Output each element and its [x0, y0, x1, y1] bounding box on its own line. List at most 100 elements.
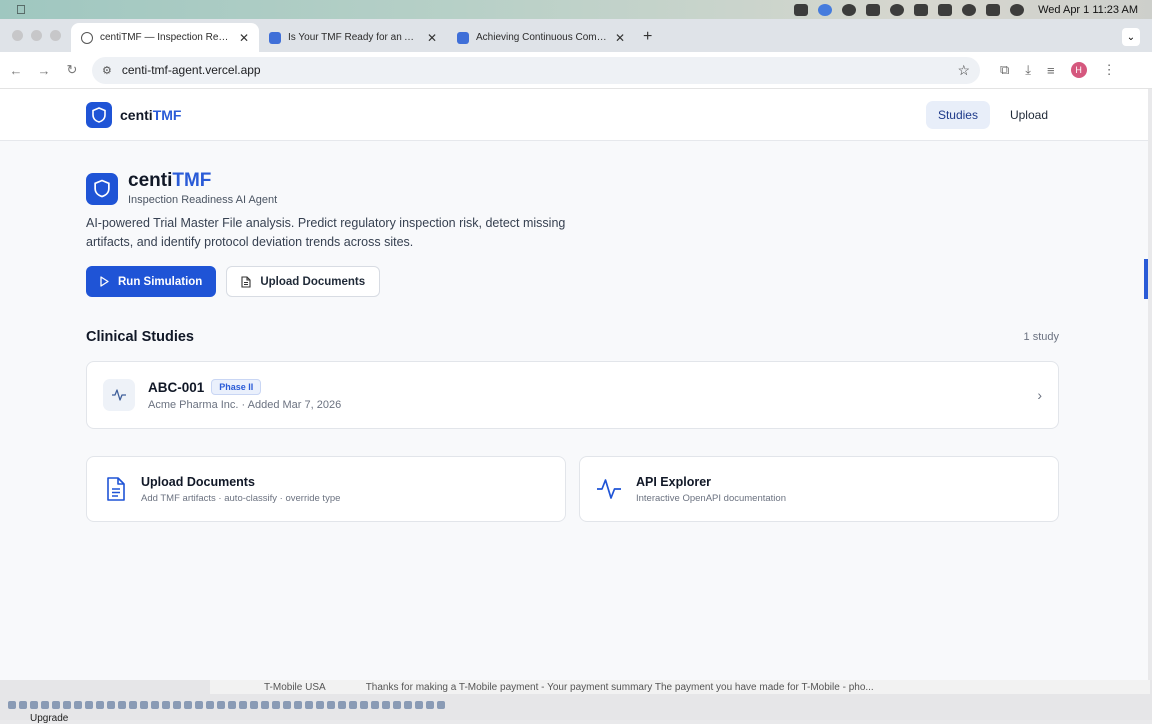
tile-title: Upload Documents: [141, 474, 255, 489]
back-arrow-icon[interactable]: ←: [2, 63, 30, 78]
background-mail-preview: Thanks for making a T-Mobile payment - Y…: [365, 681, 874, 693]
tile-subtitle: Interactive OpenAPI documentation: [636, 492, 786, 504]
bookmark-icon[interactable]: [283, 701, 291, 709]
background-mail-row[interactable]: T-Mobile USA Thanks for making a T-Mobil…: [210, 680, 1150, 694]
activity-icon: [597, 479, 621, 499]
bookmark-icon[interactable]: [52, 701, 60, 709]
browser-toolbar: ← → ↻ ⚙ centi-tmf-agent.vercel.app ☆ ⧉ ⤓…: [0, 52, 1152, 89]
minimize-window-button[interactable]: [31, 30, 42, 41]
macos-menu-bar:  Wed Apr 1 11:23 AM: [0, 0, 1152, 19]
background-window-and-dock: T-Mobile USA Thanks for making a T-Mobil…: [0, 680, 1152, 724]
browser-menu-icon[interactable]: ⋮: [1103, 62, 1116, 78]
browser-tab[interactable]: Achieving Continuous Compliance ✕: [447, 23, 635, 52]
bookmark-icon[interactable]: [8, 701, 16, 709]
bookmark-icon[interactable]: [107, 701, 115, 709]
bookmark-icon[interactable]: [118, 701, 126, 709]
run-simulation-button[interactable]: Run Simulation: [86, 266, 217, 297]
bookmark-icon[interactable]: [151, 701, 159, 709]
bookmark-icon[interactable]: [129, 701, 137, 709]
spotlight-search-icon[interactable]: [962, 3, 977, 16]
address-bar[interactable]: ⚙ centi-tmf-agent.vercel.app ☆: [92, 56, 980, 84]
bookmark-icon[interactable]: [338, 701, 346, 709]
tab-title: Is Your TMF Ready for an Audit: [288, 32, 420, 43]
bookmark-icon[interactable]: [217, 701, 225, 709]
forward-arrow-icon[interactable]: →: [30, 63, 58, 78]
close-window-button[interactable]: [12, 30, 23, 41]
reload-icon[interactable]: ↻: [58, 62, 86, 78]
bookmark-icon[interactable]: [404, 701, 412, 709]
close-tab-icon[interactable]: ✕: [239, 31, 249, 45]
status-app-icon[interactable]: [842, 3, 857, 16]
upload-documents-button[interactable]: Upload Documents: [226, 266, 381, 297]
zoom-window-button[interactable]: [50, 30, 61, 41]
bookmark-icon[interactable]: [85, 701, 93, 709]
status-app-icon[interactable]: [866, 3, 881, 16]
battery-icon[interactable]: [914, 3, 929, 16]
bookmark-icon[interactable]: [30, 701, 38, 709]
shield-logo-icon: [86, 172, 118, 205]
bookmark-icon[interactable]: [184, 701, 192, 709]
bookmark-icon[interactable]: [371, 701, 379, 709]
bookmark-icon[interactable]: [41, 701, 49, 709]
close-tab-icon[interactable]: ✕: [615, 31, 625, 45]
tab-search-dropdown-icon[interactable]: ⌄: [1122, 28, 1140, 46]
bookmark-icon[interactable]: [239, 701, 247, 709]
play-icon: [100, 276, 109, 287]
browser-tab[interactable]: Is Your TMF Ready for an Audit ✕: [259, 23, 447, 52]
play-icon[interactable]: [890, 3, 905, 16]
bookmark-icon[interactable]: [415, 701, 423, 709]
bookmark-icon[interactable]: [250, 701, 258, 709]
bookmark-icon[interactable]: [74, 701, 82, 709]
wifi-icon[interactable]: [938, 3, 953, 16]
zoom-icon[interactable]: [818, 3, 833, 16]
apple-menu-icon[interactable]: : [16, 2, 26, 17]
bookmark-icon[interactable]: [195, 701, 203, 709]
menu-bar-clock[interactable]: Wed Apr 1 11:23 AM: [1038, 4, 1138, 16]
site-brand[interactable]: centiTMF: [120, 107, 181, 123]
bookmark-icon[interactable]: [327, 701, 335, 709]
bookmark-icon[interactable]: [272, 701, 280, 709]
bookmark-icon[interactable]: [294, 701, 302, 709]
tile-info: Upload Documents Add TMF artifacts · aut…: [141, 475, 340, 504]
api-explorer-tile[interactable]: API Explorer Interactive OpenAPI documen…: [579, 456, 1059, 522]
bookmark-icon[interactable]: [261, 701, 269, 709]
bookmark-icon[interactable]: [140, 701, 148, 709]
bookmark-star-icon[interactable]: ☆: [957, 62, 970, 79]
site-settings-icon[interactable]: ⚙: [102, 64, 112, 77]
upload-documents-tile[interactable]: Upload Documents Add TMF artifacts · aut…: [86, 456, 566, 522]
bookmark-icon[interactable]: [162, 701, 170, 709]
close-tab-icon[interactable]: ✕: [427, 31, 437, 45]
bookmark-icon[interactable]: [19, 701, 27, 709]
studies-header: Clinical Studies 1 study: [86, 329, 1059, 345]
bookmark-icon[interactable]: [316, 701, 324, 709]
bookmark-icon[interactable]: [96, 701, 104, 709]
bookmark-icon[interactable]: [382, 701, 390, 709]
bookmark-icon[interactable]: [228, 701, 236, 709]
bookmark-icon[interactable]: [206, 701, 214, 709]
study-card[interactable]: ABC-001 Phase II Acme Pharma Inc. · Adde…: [86, 361, 1059, 429]
upgrade-link[interactable]: Upgrade: [30, 713, 68, 724]
bookmark-icon[interactable]: [63, 701, 71, 709]
siri-icon[interactable]: [1010, 3, 1025, 16]
bookmark-icon[interactable]: [173, 701, 181, 709]
profile-avatar[interactable]: H: [1070, 62, 1087, 78]
new-tab-button[interactable]: +: [643, 28, 652, 46]
studies-count: 1 study: [1023, 331, 1059, 343]
shield-logo-icon[interactable]: [86, 101, 112, 128]
bookmark-icon[interactable]: [393, 701, 401, 709]
extensions-icon[interactable]: ⧉: [1000, 62, 1009, 78]
web-page: centiTMF Studies Upload centiTMF Inspect…: [0, 89, 1148, 680]
bookmark-icon[interactable]: [426, 701, 434, 709]
bookmark-icon[interactable]: [305, 701, 313, 709]
control-center-icon[interactable]: [986, 3, 1001, 16]
media-controls-icon[interactable]: ≡: [1047, 63, 1055, 78]
status-app-icon[interactable]: [794, 3, 809, 16]
nav-studies[interactable]: Studies: [925, 100, 990, 129]
nav-upload[interactable]: Upload: [998, 101, 1060, 129]
bookmark-icon[interactable]: [437, 701, 445, 709]
bookmark-icon[interactable]: [349, 701, 357, 709]
browser-tab-active[interactable]: centiTMF — Inspection Readiness AI Agent…: [71, 23, 259, 52]
download-icon[interactable]: ⤓: [1025, 62, 1031, 78]
url-text[interactable]: centi-tmf-agent.vercel.app: [122, 63, 261, 77]
bookmark-icon[interactable]: [360, 701, 368, 709]
